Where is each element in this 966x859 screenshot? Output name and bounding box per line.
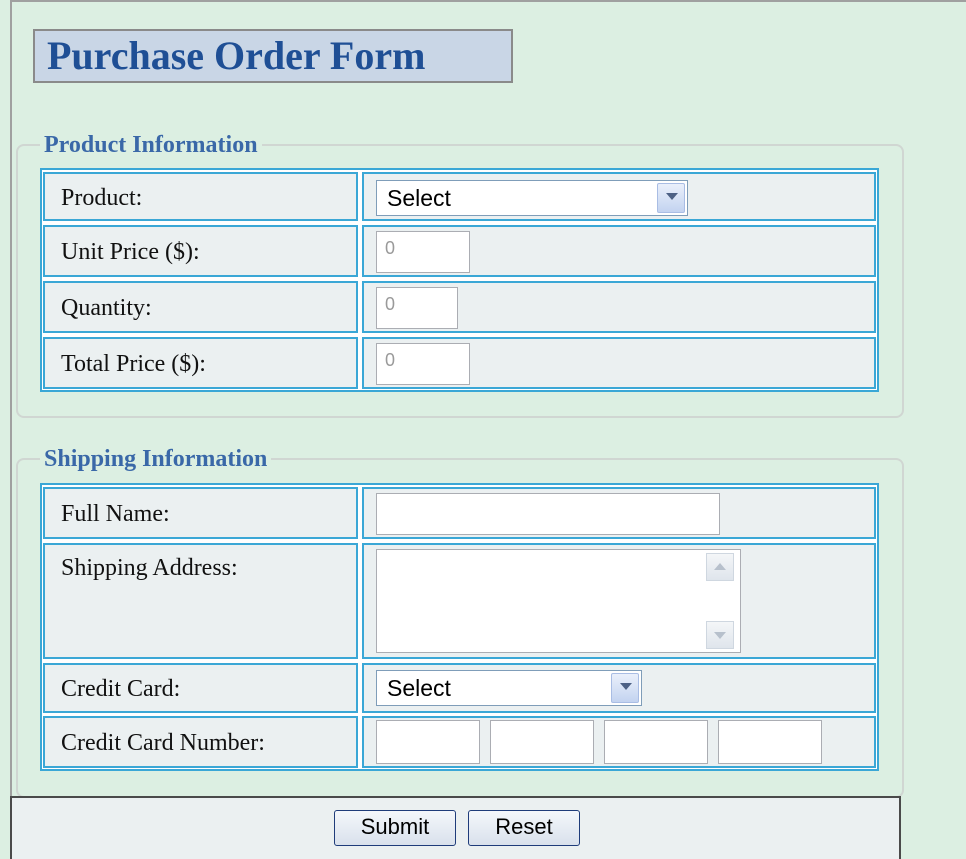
total-price-field[interactable]: 0 — [376, 343, 470, 385]
scroll-up-icon[interactable] — [706, 553, 734, 581]
unit-price-label-cell: Unit Price ($): — [43, 225, 358, 277]
scroll-down-icon[interactable] — [706, 621, 734, 649]
cc-number-part-4[interactable] — [718, 720, 822, 764]
cc-number-label-cell: Credit Card Number: — [43, 716, 358, 768]
form-actions-bar: Submit Reset — [10, 796, 901, 859]
shipping-address-label-cell: Shipping Address: — [43, 543, 358, 659]
cc-number-part-2[interactable] — [490, 720, 594, 764]
cc-number-value-cell — [362, 716, 876, 768]
submit-button[interactable]: Submit — [334, 810, 456, 846]
quantity-label: Quantity: — [61, 295, 152, 321]
shipping-information-legend: Shipping Information — [44, 446, 268, 472]
product-label-cell: Product: — [43, 172, 358, 221]
reset-button[interactable]: Reset — [468, 810, 580, 846]
quantity-field[interactable]: 0 — [376, 287, 458, 329]
total-price-value-cell: 0 — [362, 337, 876, 389]
full-name-label-cell: Full Name: — [43, 487, 358, 539]
credit-card-value-cell: Select — [362, 663, 876, 713]
credit-card-select-value: Select — [387, 675, 451, 701]
credit-card-label: Credit Card: — [61, 676, 181, 702]
product-select[interactable]: Select — [376, 180, 688, 216]
shipping-address-value-cell — [362, 543, 876, 659]
product-information-legend: Product Information — [44, 132, 258, 158]
unit-price-value-cell: 0 — [362, 225, 876, 277]
full-name-value-cell — [362, 487, 876, 539]
product-label: Product: — [61, 185, 143, 211]
unit-price-label: Unit Price ($): — [61, 239, 200, 265]
cc-number-part-3[interactable] — [604, 720, 708, 764]
product-value-cell: Select — [362, 172, 876, 221]
cc-number-label: Credit Card Number: — [61, 730, 265, 756]
page-title: Purchase Order Form — [33, 29, 513, 83]
shipping-address-label: Shipping Address: — [61, 555, 238, 581]
unit-price-field[interactable]: 0 — [376, 231, 470, 273]
total-price-label: Total Price ($): — [61, 351, 206, 377]
full-name-field[interactable] — [376, 493, 720, 535]
cc-number-part-1[interactable] — [376, 720, 480, 764]
quantity-value-cell: 0 — [362, 281, 876, 333]
credit-card-select[interactable]: Select — [376, 670, 642, 706]
full-name-label: Full Name: — [61, 501, 170, 527]
chevron-down-icon[interactable] — [657, 183, 685, 213]
total-price-label-cell: Total Price ($): — [43, 337, 358, 389]
product-select-value: Select — [387, 185, 451, 211]
shipping-address-textarea[interactable] — [376, 549, 741, 653]
chevron-down-icon[interactable] — [611, 673, 639, 703]
quantity-label-cell: Quantity: — [43, 281, 358, 333]
credit-card-label-cell: Credit Card: — [43, 663, 358, 713]
